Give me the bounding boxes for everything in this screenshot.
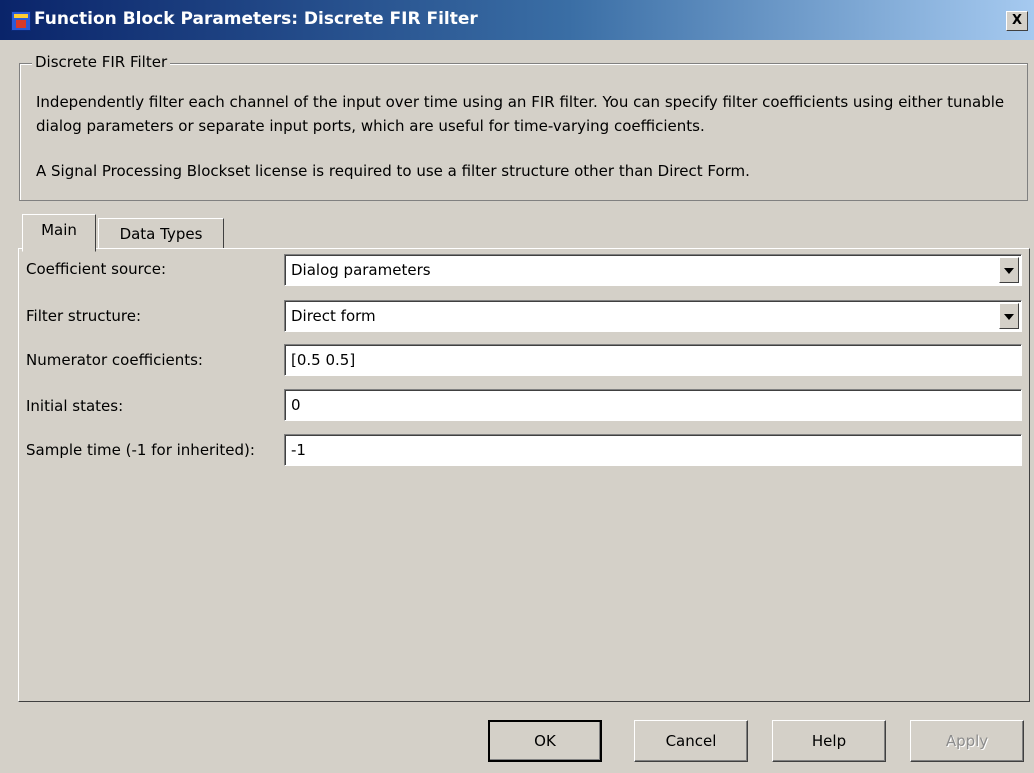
window-title: Function Block Parameters: Discrete FIR …: [34, 9, 478, 29]
coefficient-source-value: Dialog parameters: [291, 261, 431, 279]
filter-structure-select[interactable]: Direct form: [284, 300, 1022, 332]
chevron-down-icon[interactable]: [999, 257, 1019, 283]
description-group-title: Discrete FIR Filter: [32, 53, 171, 71]
chevron-down-icon[interactable]: [999, 303, 1019, 329]
initial-states-input[interactable]: 0: [284, 389, 1022, 421]
initial-states-label: Initial states:: [26, 397, 124, 415]
license-note: A Signal Processing Blockset license is …: [36, 162, 750, 180]
help-button[interactable]: Help: [772, 720, 886, 762]
cancel-button[interactable]: Cancel: [634, 720, 748, 762]
filter-structure-value: Direct form: [291, 307, 376, 325]
description-group: Discrete FIR Filter Independently filter…: [19, 53, 1028, 201]
sample-time-label: Sample time (-1 for inherited):: [26, 441, 255, 459]
close-button[interactable]: X: [1006, 11, 1028, 31]
coefficient-source-select[interactable]: Dialog parameters: [284, 254, 1022, 286]
filter-structure-label: Filter structure:: [26, 307, 142, 325]
block-description: Independently filter each channel of the…: [36, 93, 1005, 135]
tab-main[interactable]: Main: [22, 214, 96, 252]
coefficient-source-label: Coefficient source:: [26, 260, 167, 278]
ok-button[interactable]: OK: [488, 720, 602, 762]
apply-button[interactable]: Apply: [910, 720, 1024, 762]
numerator-coefficients-input[interactable]: [0.5 0.5]: [284, 344, 1022, 376]
sample-time-input[interactable]: -1: [284, 434, 1022, 466]
tab-data-types-label: Data Types: [119, 225, 203, 243]
tab-data-types[interactable]: Data Types: [98, 218, 224, 252]
numerator-coefficients-label: Numerator coefficients:: [26, 351, 203, 369]
title-bar[interactable]: Function Block Parameters: Discrete FIR …: [0, 0, 1034, 40]
simulink-block-icon: [11, 11, 31, 31]
tab-main-label: Main: [41, 221, 77, 239]
